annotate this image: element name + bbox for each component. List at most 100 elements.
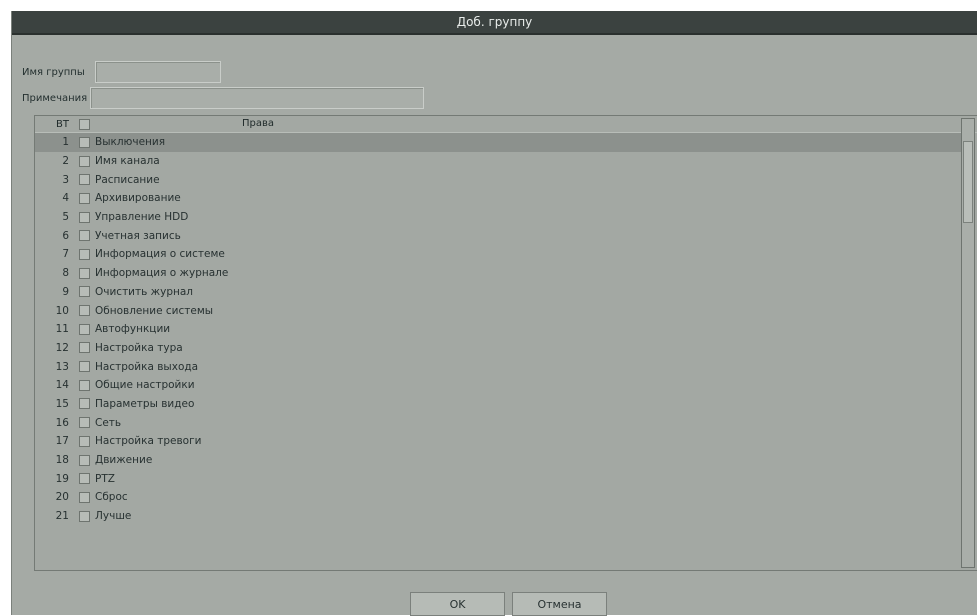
row-label: Параметры видео: [95, 397, 195, 410]
row-checkbox[interactable]: [79, 491, 90, 503]
row-label: Имя канала: [95, 155, 160, 168]
scrollbar-thumb[interactable]: [963, 141, 973, 223]
list-item[interactable]: 20 Сброс: [35, 488, 961, 507]
row-checkbox[interactable]: [79, 305, 90, 317]
select-all-checkbox[interactable]: [79, 118, 90, 130]
row-checkbox[interactable]: [79, 417, 90, 429]
row-number: 10: [55, 304, 69, 317]
row-checkbox[interactable]: [79, 379, 90, 391]
list-item[interactable]: 1 Выключения: [35, 133, 961, 152]
row-label: Общие настройки: [95, 379, 195, 392]
list-item[interactable]: 4 Архивирование: [35, 189, 961, 208]
row-checkbox[interactable]: [79, 174, 90, 186]
row-checkbox[interactable]: [79, 435, 90, 447]
row-label: Лучше: [95, 510, 132, 523]
row-label: Расписание: [95, 173, 160, 186]
row-number: 20: [55, 491, 69, 504]
list-item[interactable]: 14 Общие настройки: [35, 376, 961, 395]
row-number: 2: [62, 155, 69, 168]
row-number: 3: [62, 173, 69, 186]
row-number: 4: [62, 192, 69, 205]
row-number: 11: [55, 323, 69, 336]
note-input[interactable]: [90, 87, 425, 109]
row-checkbox[interactable]: [79, 211, 90, 223]
row-checkbox[interactable]: [79, 155, 90, 167]
row-number: 15: [55, 397, 69, 410]
list-item[interactable]: 12 Настройка тура: [35, 339, 961, 358]
row-checkbox[interactable]: [79, 361, 90, 373]
header-number: ВТ: [56, 118, 69, 130]
row-number: 19: [55, 472, 69, 485]
row-checkbox[interactable]: [79, 398, 90, 410]
list-item[interactable]: 8 Информация о журнале: [35, 264, 961, 283]
rights-rows: 1 Выключения 2 Имя канала 3 Расписание 4 Архиви…: [35, 133, 977, 525]
row-checkbox[interactable]: [79, 473, 90, 485]
list-scrollbar[interactable]: [961, 118, 975, 568]
group-name-input[interactable]: [94, 61, 221, 83]
list-item[interactable]: 15 Параметры видео: [35, 395, 961, 414]
row-label: Автофункции: [95, 323, 171, 336]
row-label: Информация о системе: [95, 248, 225, 261]
list-item[interactable]: 17 Настройка тревоги: [35, 432, 961, 451]
rights-list: ВТ Права 1 Выключения 2 Имя канала 3 Расписан…: [34, 115, 977, 571]
row-number: 7: [62, 248, 69, 261]
rights-list-header: ВТ Права: [35, 116, 977, 133]
note-row: Примечания: [22, 87, 425, 109]
row-number: 5: [62, 211, 69, 224]
row-number: 21: [55, 510, 69, 523]
add-group-dialog: Доб. группу Имя группы Примечания ВТ Пра…: [11, 11, 977, 616]
row-checkbox[interactable]: [79, 136, 90, 148]
cancel-button[interactable]: Отмена: [512, 592, 607, 616]
row-number: 12: [55, 341, 69, 354]
row-checkbox[interactable]: [79, 192, 90, 204]
list-item[interactable]: 9 Очистить журнал: [35, 283, 961, 302]
row-number: 1: [62, 136, 69, 149]
row-label: Учетная запись: [95, 229, 181, 242]
row-number: 6: [62, 229, 69, 242]
row-number: 13: [55, 360, 69, 373]
list-item[interactable]: 7 Информация о системе: [35, 245, 961, 264]
row-number: 8: [62, 267, 69, 280]
row-number: 17: [55, 435, 69, 448]
list-item[interactable]: 2 Имя канала: [35, 152, 961, 171]
list-item[interactable]: 11 Автофункции: [35, 320, 961, 339]
dialog-title: Доб. группу: [456, 15, 533, 29]
list-item[interactable]: 5 Управление HDD: [35, 208, 961, 227]
row-label: Сброс: [95, 491, 128, 504]
list-item[interactable]: 3 Расписание: [35, 170, 961, 189]
row-label: Архивирование: [95, 192, 181, 205]
row-label: Сеть: [95, 416, 122, 429]
list-item[interactable]: 19 PTZ: [35, 469, 961, 488]
row-label: Настройка тревоги: [95, 435, 202, 448]
row-label: Движение: [95, 454, 153, 467]
group-name-label: Имя группы: [22, 66, 85, 78]
ok-button[interactable]: OK: [410, 592, 505, 616]
row-label: Настройка выхода: [95, 360, 199, 373]
row-label: Очистить журнал: [95, 285, 193, 298]
group-name-row: Имя группы: [22, 61, 221, 83]
list-item[interactable]: 10 Обновление системы: [35, 301, 961, 320]
row-label: Настройка тура: [95, 341, 183, 354]
list-item[interactable]: 13 Настройка выхода: [35, 357, 961, 376]
row-number: 16: [55, 416, 69, 429]
row-label: Управление HDD: [95, 211, 189, 224]
row-checkbox[interactable]: [79, 454, 90, 466]
list-item[interactable]: 18 Движение: [35, 451, 961, 470]
row-checkbox[interactable]: [79, 267, 90, 279]
row-checkbox[interactable]: [79, 286, 90, 298]
row-checkbox[interactable]: [79, 230, 90, 242]
row-label: PTZ: [95, 472, 115, 485]
list-item[interactable]: 16 Сеть: [35, 413, 961, 432]
row-checkbox[interactable]: [79, 342, 90, 354]
row-label: Выключения: [95, 136, 166, 149]
row-checkbox[interactable]: [79, 323, 90, 335]
row-number: 9: [62, 285, 69, 298]
row-checkbox[interactable]: [79, 248, 90, 260]
list-item[interactable]: 21 Лучше: [35, 507, 961, 526]
list-item[interactable]: 6 Учетная запись: [35, 226, 961, 245]
row-checkbox[interactable]: [79, 510, 90, 522]
row-label: Информация о журнале: [95, 267, 229, 280]
row-label: Обновление системы: [95, 304, 214, 317]
row-number: 14: [55, 379, 69, 392]
note-label: Примечания: [22, 92, 88, 104]
